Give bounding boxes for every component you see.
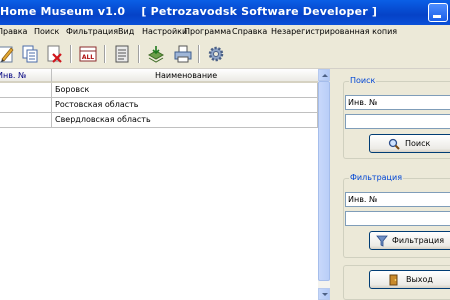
search-group-label: Поиск xyxy=(349,76,377,85)
column-header-inv[interactable]: Инв. № xyxy=(0,69,52,83)
scroll-down-button[interactable] xyxy=(318,288,330,300)
filter-group-label: Фильтрация xyxy=(349,173,404,182)
search-button[interactable]: Поиск xyxy=(369,134,450,153)
edit-icon[interactable] xyxy=(0,44,16,64)
document-icon[interactable] xyxy=(112,44,132,64)
column-header-name[interactable]: Наименование xyxy=(52,69,318,83)
magnifier-icon xyxy=(388,138,400,150)
menu-program[interactable]: Программа xyxy=(184,27,231,36)
delete-icon[interactable] xyxy=(44,44,64,64)
menu-bar: Правка Поиск Фильтрация Вид Настройки Пр… xyxy=(0,25,450,40)
print-icon[interactable] xyxy=(173,44,193,64)
toolbar-separator xyxy=(138,45,140,63)
table-cell-name[interactable]: Боровск xyxy=(52,83,318,98)
filter-field-select[interactable]: Инв. № xyxy=(345,192,450,207)
arrow-down-icon xyxy=(322,293,328,296)
records-table[interactable]: Инв. № Наименование Боровск Ростовская о… xyxy=(0,69,319,300)
menu-edit[interactable]: Правка xyxy=(0,27,27,36)
scroll-thumb[interactable] xyxy=(318,81,330,281)
menu-help[interactable]: Справка xyxy=(232,27,267,36)
toolbar-separator xyxy=(70,45,72,63)
exit-button[interactable]: Выход xyxy=(369,270,450,289)
copy-icon[interactable] xyxy=(20,44,40,64)
side-panel: Поиск Инв. № Поиск Фильтрация Инв. № Фил… xyxy=(331,69,450,300)
arrow-up-icon xyxy=(322,74,328,77)
table-cell-inv[interactable] xyxy=(0,113,52,128)
minimize-button[interactable] xyxy=(428,3,448,22)
title-bar: Home Museum v1.0 [ Petrozavodsk Software… xyxy=(0,0,450,25)
vertical-scrollbar[interactable] xyxy=(318,69,330,300)
search-input[interactable] xyxy=(345,114,450,129)
settings-gear-icon[interactable] xyxy=(206,44,226,64)
menu-search[interactable]: Поиск xyxy=(34,27,59,36)
menu-settings[interactable]: Настройки xyxy=(142,27,187,36)
toolbar-separator xyxy=(198,45,200,63)
all-label: ALL xyxy=(82,54,94,61)
toolbar-separator xyxy=(104,45,106,63)
table-cell-inv[interactable] xyxy=(0,83,52,98)
search-field-select[interactable]: Инв. № xyxy=(345,95,450,110)
exit-door-icon xyxy=(389,274,398,286)
window-title: Home Museum v1.0 [ Petrozavodsk Software… xyxy=(0,5,378,18)
funnel-icon xyxy=(376,235,388,247)
table-cell-name[interactable]: Ростовская область xyxy=(52,98,318,113)
export-icon[interactable] xyxy=(146,44,166,64)
filter-button[interactable]: Фильтрация xyxy=(369,231,450,250)
menu-view[interactable]: Вид xyxy=(118,27,134,36)
table-cell-inv[interactable] xyxy=(0,98,52,113)
filter-input[interactable] xyxy=(345,211,450,226)
table-cell-name[interactable]: Свердловская область xyxy=(52,113,318,128)
toolbar: ALL xyxy=(0,40,450,69)
all-records-icon[interactable]: ALL xyxy=(78,44,98,64)
scroll-up-button[interactable] xyxy=(318,69,330,81)
menu-unregistered[interactable]: Незарегистрированная копия xyxy=(271,27,397,36)
menu-filter[interactable]: Фильтрация xyxy=(66,27,118,36)
minimize-icon xyxy=(433,15,441,18)
